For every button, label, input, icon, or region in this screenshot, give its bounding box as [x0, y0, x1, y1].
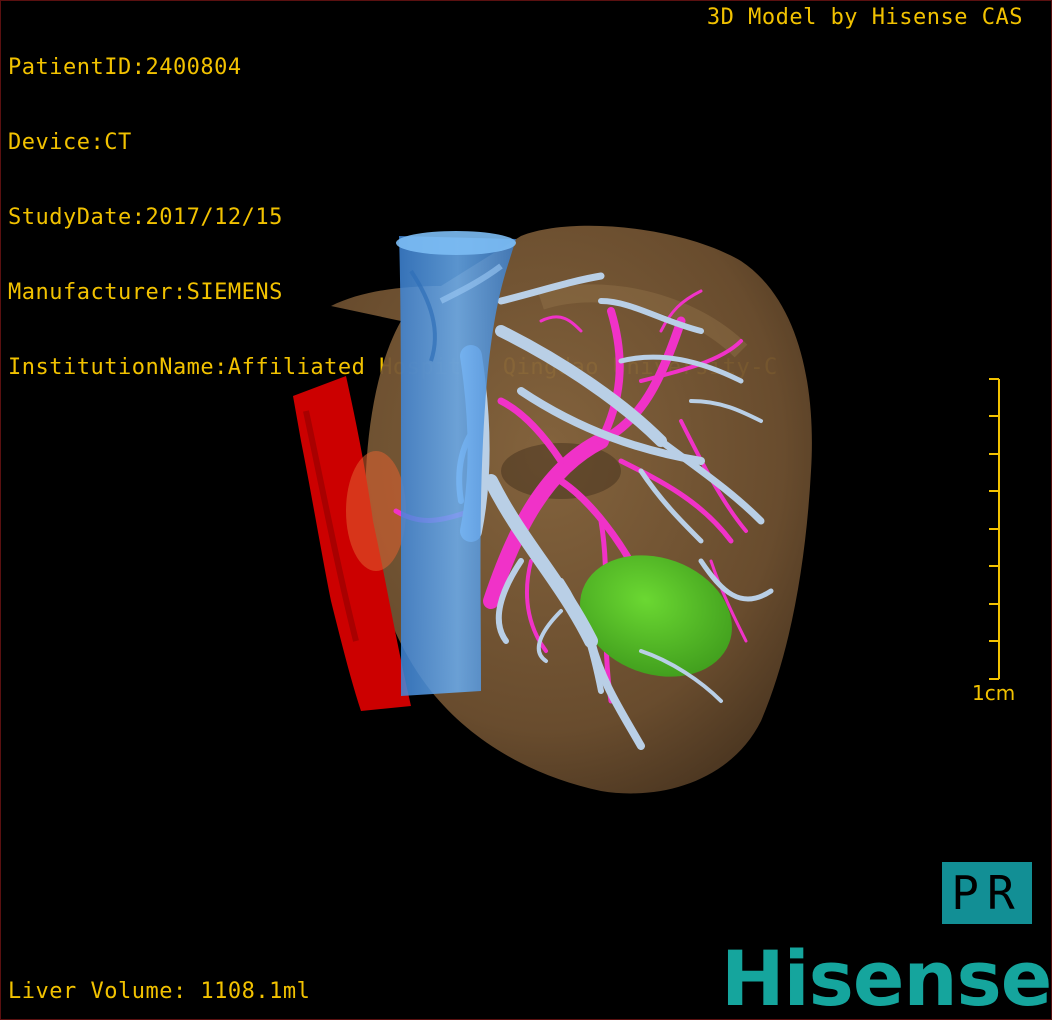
scale-bar: [989, 378, 1000, 680]
liver-volume-text: Liver Volume: 1108.1ml: [8, 979, 311, 1004]
hisense-logo: Hisense: [721, 934, 1052, 1020]
scale-bar-label: 1cm: [972, 681, 1016, 705]
3d-liver-model[interactable]: [1, 1, 1052, 1020]
3d-render-viewport[interactable]: PatientID:2400804 Device:CT StudyDate:20…: [0, 0, 1052, 1020]
orientation-indicator: PR: [942, 862, 1032, 924]
